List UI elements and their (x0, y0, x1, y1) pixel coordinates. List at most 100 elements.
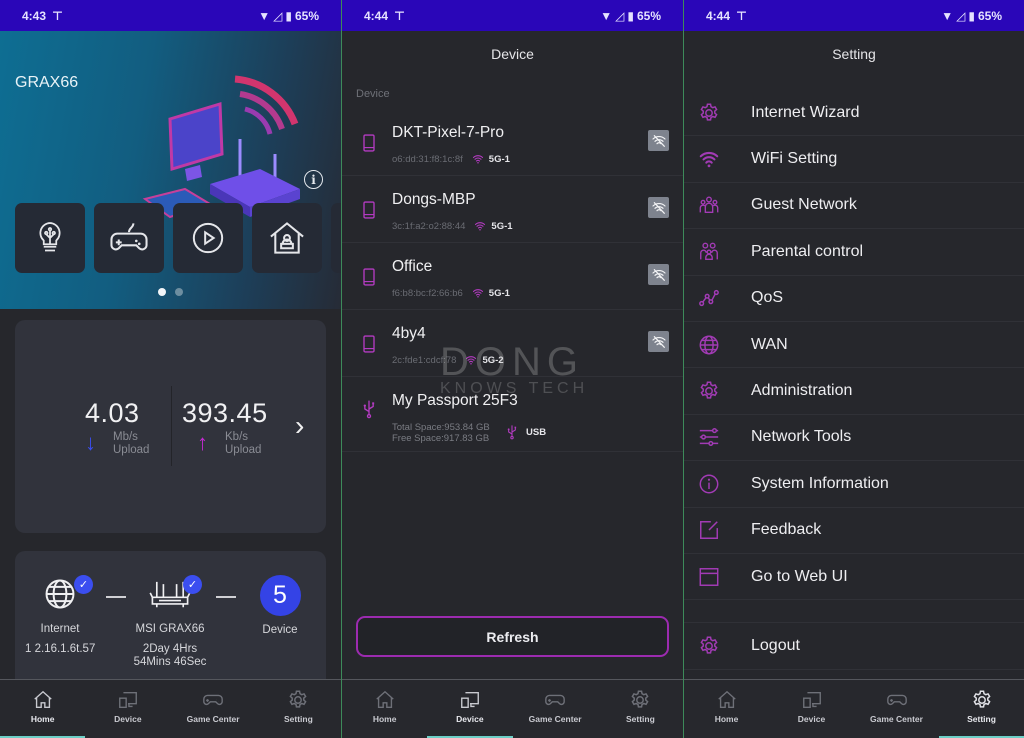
internet-label: Internet (40, 623, 80, 635)
block-wifi-button[interactable] (648, 264, 669, 285)
setting-label: WiFi Setting (751, 150, 838, 168)
block-wifi-button[interactable] (648, 197, 669, 218)
device-mac: o6:dd:31:f8:1c:8f (392, 153, 463, 165)
wifi-icon (471, 287, 485, 299)
setting-feedback[interactable]: Feedback (684, 508, 1024, 554)
browser-icon (698, 566, 720, 588)
devices-label: Device (262, 624, 298, 636)
status-bar: 4:44 ⊤ ▼ ◿ ▮ 65% (684, 0, 1024, 31)
carousel-indicator (158, 288, 183, 296)
chevron-right-icon[interactable]: › (295, 410, 304, 442)
router-uptime: 2Day 4Hrs 54Mins 46Sec (127, 643, 213, 669)
tab-game-center[interactable]: Game Center (854, 680, 939, 738)
lightbulb-icon (39, 222, 61, 252)
setting-label: Feedback (751, 521, 822, 539)
users-icon (698, 194, 720, 216)
refresh-button[interactable]: Refresh (356, 616, 669, 657)
streaming-tile[interactable] (173, 203, 243, 273)
devices-node[interactable]: 5 Device (250, 575, 310, 636)
battery-icon: ▮ (968, 8, 975, 23)
setting-guest-network[interactable]: Guest Network (684, 183, 1024, 230)
router-check-icon: ✓ (183, 575, 202, 594)
wifi-icon (698, 148, 720, 170)
tab-label: Home (372, 714, 397, 724)
device-band: 5G-1 (491, 220, 513, 232)
router-name: GRAX66 (15, 74, 79, 91)
tab-home[interactable]: Home (0, 680, 86, 738)
tab-setting[interactable]: Setting (256, 680, 341, 738)
wifi-icon (471, 153, 485, 165)
setting-qos[interactable]: QoS (684, 276, 1024, 322)
speed-divider (171, 386, 172, 466)
carousel-dot-1[interactable] (158, 288, 166, 296)
tab-game-center[interactable]: Game Center (171, 680, 256, 738)
setting-internet-wizard[interactable]: Internet Wizard (684, 90, 1024, 137)
logout-button[interactable]: Logout (684, 623, 1024, 670)
status-time: 4:44 (706, 8, 731, 23)
upload-value: 393.45 (182, 398, 268, 428)
work-from-home-tile[interactable] (252, 203, 322, 273)
device-row[interactable]: Dongs-MBP 3c:1f:a2:o2:88:44 5G-1 (342, 176, 683, 243)
tab-label: Home (30, 714, 55, 724)
tab-home[interactable]: Home (684, 680, 769, 738)
carousel-dot-2[interactable] (175, 288, 183, 296)
setting-wan[interactable]: WAN (684, 322, 1024, 369)
arrow-up-icon: ↑ (197, 430, 208, 455)
status-time: 4:43 (22, 8, 47, 23)
tab-label: Game Center (528, 714, 582, 724)
home-screen: 4:43 ⊤ ▼ ◿ ▮ 65% GRAX66 i 4.03 ↓ Mb/s Up… (0, 0, 341, 738)
graph-icon (698, 287, 720, 309)
usb-type: USB (526, 426, 547, 438)
device-icon (801, 689, 823, 711)
speed-card[interactable]: 4.03 ↓ Mb/s Upload 393.45 ↑ Kb/s Upload › (15, 320, 326, 533)
tab-setting[interactable]: Setting (598, 680, 683, 738)
device-name: Dongs-MBP (392, 191, 476, 208)
tab-home[interactable]: Home (342, 680, 427, 738)
sliders-icon (698, 426, 720, 448)
setting-parental-control[interactable]: Parental control (684, 229, 1024, 276)
phone-icon (359, 198, 379, 222)
tab-game-center[interactable]: Game Center (513, 680, 598, 738)
device-count-badge: 5 (259, 575, 301, 616)
globe-icon (698, 334, 720, 356)
tab-label: Setting (625, 714, 655, 724)
usb-icon (504, 422, 520, 442)
info-button[interactable]: i (304, 170, 323, 189)
battery-icon: ▮ (627, 8, 634, 23)
block-wifi-button[interactable] (648, 331, 669, 352)
tab-setting[interactable]: Setting (939, 680, 1024, 738)
router-node[interactable]: MSI GRAX66 2Day 4Hrs 54Mins 46Sec (127, 577, 213, 669)
upload-label: Upload (225, 444, 262, 456)
tab-device[interactable]: Device (85, 680, 170, 738)
more-tile[interactable] (331, 203, 341, 273)
tab-device[interactable]: Device (769, 680, 854, 738)
setting-label: System Information (751, 474, 889, 492)
arrow-down-icon: ↓ (85, 430, 96, 455)
cell-signal-icon: ◿ (273, 8, 283, 23)
setting-administration[interactable]: Administration (684, 368, 1024, 415)
device-icon (459, 689, 481, 711)
gaming-tile[interactable] (94, 203, 164, 273)
cell-signal-icon: ◿ (615, 8, 625, 23)
setting-network-tools[interactable]: Network Tools (684, 415, 1024, 462)
block-wifi-button[interactable] (648, 130, 669, 151)
home-icon (374, 689, 396, 711)
device-row[interactable]: Office f6:b8:bc:f2:66:b6 5G-1 (342, 243, 683, 310)
page-title: Setting (832, 46, 876, 62)
internet-ip: 1 2.16.1.6t.57 (25, 643, 96, 655)
quick-actions (15, 203, 341, 273)
status-bar: 4:43 ⊤ ▼ ◿ ▮ 65% (0, 0, 341, 31)
watermark: DONG (440, 340, 584, 384)
home-icon (716, 689, 738, 711)
device-list: DKT-Pixel-7-Pro o6:dd:31:f8:1c:8f 5G-1 Do… (342, 109, 683, 452)
wifi-icon (473, 220, 487, 232)
setting-wifi[interactable]: WiFi Setting (684, 136, 1024, 183)
smart-tile[interactable] (15, 203, 85, 273)
wifi-off-icon (651, 133, 667, 149)
device-row[interactable]: DKT-Pixel-7-Pro o6:dd:31:f8:1c:8f 5G-1 (342, 109, 683, 176)
tab-device[interactable]: Device (427, 680, 513, 738)
setting-web-ui[interactable]: Go to Web UI (684, 554, 1024, 601)
section-label: Device (356, 88, 390, 100)
setting-system-information[interactable]: System Information (684, 461, 1024, 508)
device-band: 5G-1 (488, 153, 510, 165)
